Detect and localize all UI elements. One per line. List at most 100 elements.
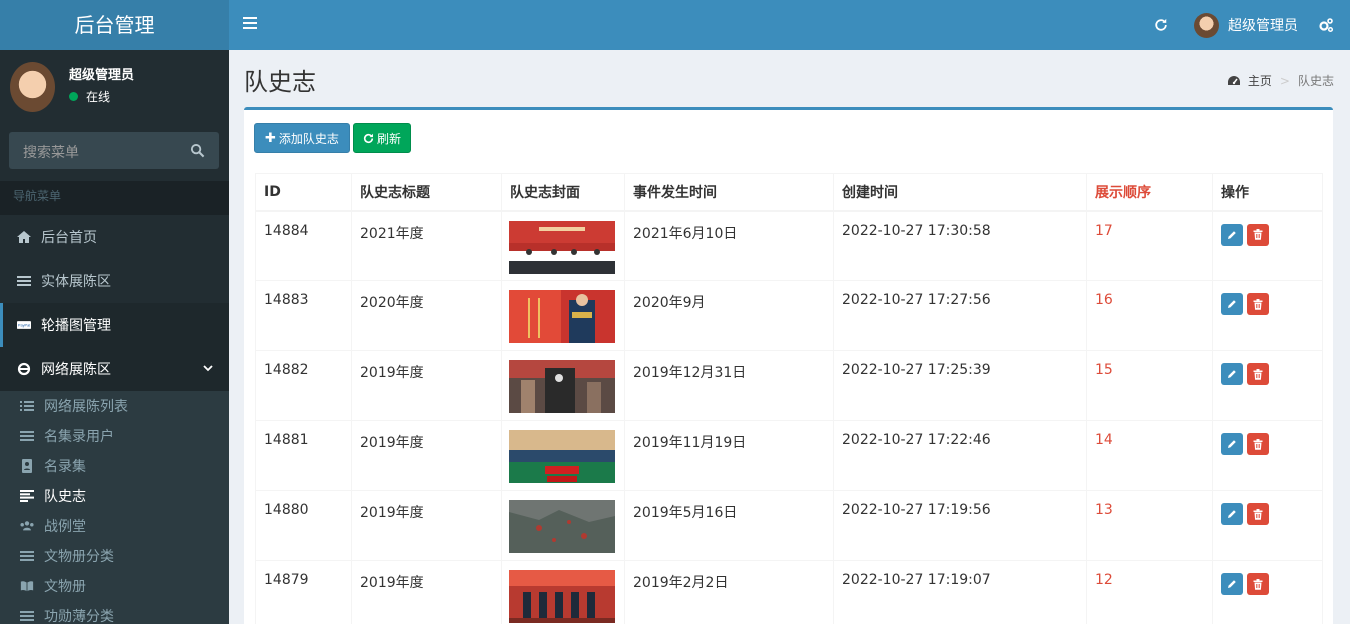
column-header-title: 队史志标题	[351, 173, 502, 212]
refresh-button-label: 刷新	[377, 131, 402, 146]
sidebar-subitem-label: 网络展陈列表	[44, 399, 128, 415]
sidebar-subitem-relic-category[interactable]: 文物册分类	[0, 541, 229, 571]
status-text: 在线	[86, 90, 111, 104]
edit-button[interactable]	[1221, 433, 1243, 455]
add-button-label: 添加队史志	[278, 131, 339, 146]
nav-header: 导航菜单	[0, 181, 229, 215]
table-row: 14880 2019年度 2019年5月16日 2022-10-27 17:19:56…	[255, 490, 1323, 561]
edit-button[interactable]	[1221, 223, 1243, 246]
cell-cover[interactable]	[501, 420, 625, 491]
table-row: 14881 2019年度 2019年11月19日 2022-10-27 17:22:4…	[255, 420, 1323, 491]
refresh-button[interactable]: 刷新	[353, 123, 412, 153]
cell-id: 14882	[255, 350, 352, 421]
search-icon[interactable]	[190, 143, 205, 158]
trash-icon	[1253, 438, 1263, 450]
breadcrumb-home[interactable]: 主页	[1248, 72, 1272, 89]
sidebar-subitem-roster[interactable]: 名录集	[0, 451, 229, 481]
sidebar-item-label: 轮播图管理	[41, 318, 111, 334]
sidebar-item-exhibit[interactable]: 实体展陈区	[0, 259, 229, 303]
pencil-icon	[1228, 580, 1236, 588]
sidebar-item-label: 后台首页	[41, 230, 97, 246]
cell-title: 2021年度	[351, 210, 502, 281]
sidebar-subitem-relic-book[interactable]: 文物册	[0, 571, 229, 601]
sidebar-item-label: 实体展陈区	[41, 274, 111, 290]
delete-button[interactable]	[1247, 433, 1269, 455]
navbar-right: 超级管理员	[1154, 0, 1350, 50]
cell-created: 2022-10-27 17:30:58	[833, 210, 1087, 281]
cell-actions	[1212, 210, 1323, 281]
cell-cover[interactable]	[501, 280, 625, 351]
status-dot-icon	[69, 92, 78, 101]
user-menu[interactable]: 超级管理员	[1194, 12, 1298, 38]
cell-created: 2022-10-27 17:25:39	[833, 350, 1087, 421]
cell-cover[interactable]	[501, 210, 625, 281]
refresh-icon[interactable]	[1154, 18, 1168, 32]
sidebar-subitem-label: 文物册分类	[44, 549, 114, 565]
cell-order: 16	[1086, 280, 1213, 351]
sidebar-subitem-roster-users[interactable]: 名集录用户	[0, 421, 229, 451]
cell-actions	[1212, 490, 1323, 561]
ordered-list-icon	[20, 399, 34, 413]
delete-button[interactable]	[1247, 573, 1269, 595]
app-logo[interactable]: 后台管理	[0, 0, 229, 50]
table-row: 14883 2020年度 2020年9月 2022-10-27 17:27:56 16	[255, 280, 1323, 351]
cover-thumbnail	[509, 220, 615, 274]
list-icon	[17, 274, 31, 288]
pencil-icon	[1228, 230, 1236, 239]
cell-cover[interactable]	[501, 490, 625, 561]
search-menu-input[interactable]: 搜索菜单	[9, 132, 219, 169]
delete-button[interactable]	[1247, 363, 1269, 385]
sidebar-item-online-exhibit[interactable]: 网络展陈区	[0, 347, 229, 391]
column-header-created: 创建时间	[833, 173, 1087, 212]
sidebar-item-carousel[interactable]: PayPal 轮播图管理	[0, 303, 229, 347]
user-name: 超级管理员	[1228, 18, 1298, 34]
cell-created: 2022-10-27 17:19:56	[833, 490, 1087, 561]
cell-title: 2020年度	[351, 280, 502, 351]
edit-button[interactable]	[1221, 293, 1243, 315]
delete-button[interactable]	[1247, 223, 1269, 246]
user-panel: 超级管理员 在线	[0, 50, 229, 130]
breadcrumb-separator: >	[1279, 73, 1290, 88]
cell-id: 14883	[255, 280, 352, 351]
sidebar-subitem-battle-hall[interactable]: 战例堂	[0, 511, 229, 541]
cover-thumbnail	[509, 290, 615, 343]
trash-icon	[1253, 578, 1263, 590]
svg-text:PayPal: PayPal	[18, 323, 30, 328]
cell-order: 14	[1086, 420, 1213, 491]
sidebar-subitem-online-list[interactable]: 网络展陈列表	[0, 391, 229, 421]
edit-button[interactable]	[1221, 503, 1243, 525]
delete-button[interactable]	[1247, 503, 1269, 525]
table-header-row: ID 队史志标题 队史志封面 事件发生时间 创建时间 展示顺序 操作	[255, 173, 1323, 212]
pencil-icon	[1228, 300, 1236, 308]
sidebar-user-name: 超级管理员	[69, 68, 135, 83]
cell-actions	[1212, 350, 1323, 421]
edit-button[interactable]	[1221, 363, 1243, 385]
cell-order: 12	[1086, 560, 1213, 624]
cell-event-time: 2019年2月2日	[624, 560, 834, 624]
cover-thumbnail	[509, 570, 615, 623]
cell-event-time: 2019年5月16日	[624, 490, 834, 561]
cell-event-time: 2019年11月19日	[624, 420, 834, 491]
address-book-icon	[20, 459, 34, 473]
column-header-order[interactable]: 展示顺序	[1086, 173, 1213, 212]
chevron-down-icon[interactable]	[203, 363, 213, 373]
cell-cover[interactable]	[501, 560, 625, 624]
online-status: 在线	[69, 88, 110, 105]
trash-icon	[1253, 508, 1263, 520]
dashboard-icon	[1227, 75, 1240, 85]
sidebar-toggle-icon[interactable]	[243, 17, 257, 29]
sidebar-subitem-label: 功勋薄分类	[44, 609, 114, 624]
search-placeholder: 搜索菜单	[23, 145, 79, 161]
cogs-icon[interactable]	[1318, 17, 1334, 33]
sidebar-subitem-merit-category[interactable]: 功勋薄分类	[0, 601, 229, 624]
sidebar-subitem-team-history[interactable]: 队史志	[0, 481, 229, 511]
home-icon	[17, 230, 31, 244]
sidebar-item-home[interactable]: 后台首页	[0, 215, 229, 259]
paypal-icon: PayPal	[17, 318, 31, 332]
add-history-button[interactable]: ✚ 添加队史志	[254, 123, 350, 153]
column-header-cover: 队史志封面	[501, 173, 625, 212]
cell-cover[interactable]	[501, 350, 625, 421]
delete-button[interactable]	[1247, 293, 1269, 315]
edit-button[interactable]	[1221, 573, 1243, 595]
pencil-icon	[1228, 510, 1236, 518]
